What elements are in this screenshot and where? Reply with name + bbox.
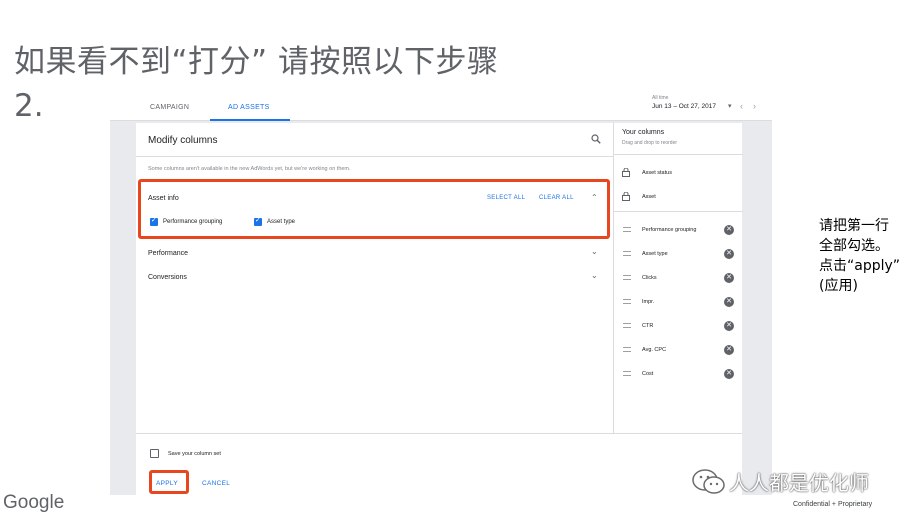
drag-handle-icon[interactable]	[623, 275, 631, 280]
locked-column-asset: Asset	[642, 194, 656, 200]
column-item[interactable]: Performance grouping	[642, 227, 696, 233]
column-item[interactable]: Impr.	[642, 299, 654, 305]
chevron-down-icon[interactable]: ⌄	[591, 271, 598, 280]
your-columns-panel: Your columns Drag and drop to reorder As…	[613, 123, 743, 433]
remove-icon[interactable]: ✕	[724, 249, 734, 259]
drag-handle-icon[interactable]	[623, 347, 631, 352]
remove-icon[interactable]: ✕	[724, 273, 734, 283]
divider	[614, 211, 743, 212]
date-range-label: All time	[652, 95, 669, 101]
tab-campaign[interactable]: CAMPAIGN	[150, 104, 189, 111]
column-item[interactable]: CTR	[642, 323, 653, 329]
active-tab-indicator	[210, 119, 290, 121]
remove-icon[interactable]: ✕	[724, 297, 734, 307]
watermark-text: 人人都是优化师	[729, 471, 869, 495]
confidential-label: Confidential + Proprietary	[793, 501, 873, 508]
remove-icon[interactable]: ✕	[724, 345, 734, 355]
locked-column-asset-status: Asset status	[642, 170, 672, 176]
remove-icon[interactable]: ✕	[724, 369, 734, 379]
note-line: (应用)	[819, 278, 858, 294]
note-line: 请把第一行	[819, 218, 889, 234]
search-icon[interactable]	[591, 134, 601, 144]
divider	[136, 156, 613, 157]
chevron-left-icon[interactable]: ‹	[740, 101, 743, 111]
date-range-picker[interactable]: Jun 13 – Oct 27, 2017	[652, 103, 716, 110]
your-columns-title: Your columns	[622, 129, 665, 136]
caret-down-icon[interactable]: ▾	[728, 102, 732, 110]
drag-handle-icon[interactable]	[623, 323, 631, 328]
note-line: 点击“apply”	[819, 258, 901, 274]
drag-handle-icon[interactable]	[623, 227, 631, 232]
drag-handle-icon[interactable]	[623, 299, 631, 304]
slide-title: 如果看不到“打分” 请按照以下步骤	[14, 44, 499, 80]
chevron-down-icon[interactable]: ⌄	[591, 247, 598, 256]
column-item[interactable]: Cost	[642, 371, 653, 377]
modal-title: Modify columns	[148, 135, 218, 146]
chevron-right-icon[interactable]: ›	[753, 101, 756, 111]
save-column-set-label: Save your column set	[168, 451, 221, 457]
modal-footer: Save your column set APPLY CANCEL	[136, 433, 742, 495]
save-column-set-checkbox[interactable]	[150, 449, 159, 458]
cancel-button[interactable]: CANCEL	[202, 480, 230, 487]
column-item[interactable]: Avg. CPC	[642, 347, 666, 353]
top-bar: CAMPAIGN AD ASSETS All time Jun 13 – Oct…	[110, 93, 772, 121]
highlight-box-asset-info	[138, 179, 610, 239]
your-columns-subtitle: Drag and drop to reorder	[622, 140, 678, 146]
highlight-box-apply	[149, 470, 189, 494]
column-item[interactable]: Clicks	[642, 275, 657, 281]
remove-icon[interactable]: ✕	[724, 321, 734, 331]
step-number: 2.	[14, 88, 44, 124]
drag-handle-icon[interactable]	[623, 251, 631, 256]
remove-icon[interactable]: ✕	[724, 225, 734, 235]
column-item[interactable]: Asset type	[642, 251, 668, 257]
drag-handle-icon[interactable]	[623, 371, 631, 376]
divider	[614, 154, 743, 155]
tab-ad-assets[interactable]: AD ASSETS	[228, 104, 270, 111]
note-line: 全部勾选。	[819, 238, 889, 254]
instruction-note: 请把第一行 全部勾选。 点击“apply” (应用)	[819, 216, 919, 296]
section-conversions[interactable]: Conversions	[148, 274, 187, 281]
notice-text: Some columns aren't available in the new…	[148, 166, 351, 172]
adwords-screenshot: CAMPAIGN AD ASSETS All time Jun 13 – Oct…	[110, 93, 772, 495]
wechat-watermark-icon	[692, 469, 725, 494]
google-logo: Google	[3, 492, 65, 513]
lock-icon	[622, 192, 630, 201]
section-performance[interactable]: Performance	[148, 250, 188, 257]
lock-icon	[622, 168, 630, 177]
